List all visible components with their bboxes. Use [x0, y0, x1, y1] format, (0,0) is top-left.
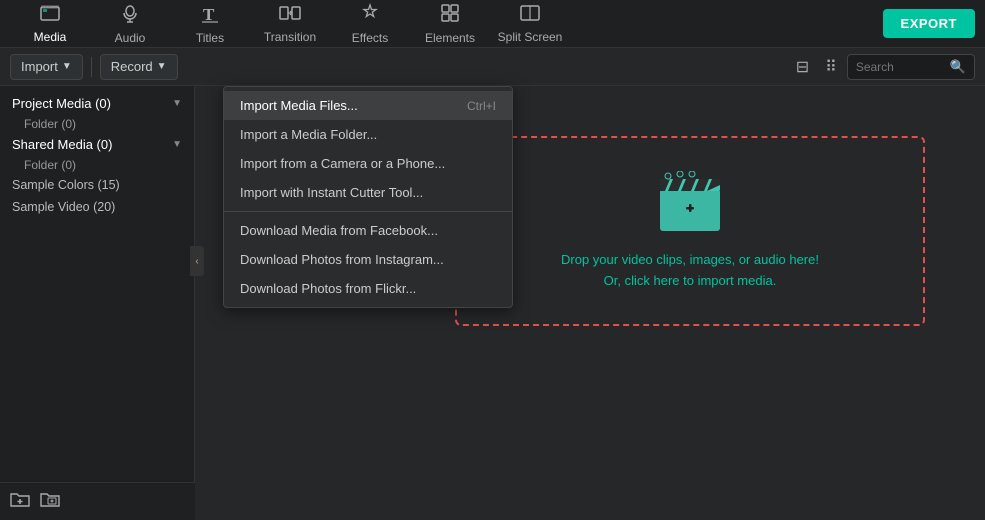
menu-download-facebook[interactable]: Download Media from Facebook... [224, 216, 512, 245]
toolbar-divider-1 [91, 57, 92, 77]
nav-transition[interactable]: Transition [250, 0, 330, 48]
menu-download-flickr[interactable]: Download Photos from Flickr... [224, 274, 512, 303]
export-button[interactable]: EXPORT [883, 9, 975, 38]
split-screen-icon [520, 4, 540, 27]
nav-effects[interactable]: Effects [330, 0, 410, 48]
audio-icon [121, 3, 139, 28]
top-nav: Media Audio T Titles [0, 0, 985, 48]
import-cutter-label: Import with Instant Cutter Tool... [240, 185, 423, 200]
nav-elements-label: Elements [425, 31, 475, 45]
filter-icon[interactable]: ⊟ [790, 55, 815, 79]
shared-media-chevron: ▼ [172, 139, 182, 150]
bottom-toolbar [0, 482, 195, 520]
titles-icon: T [201, 3, 219, 28]
project-folder-label: Folder (0) [24, 117, 76, 131]
clapperboard-icon [655, 171, 725, 236]
project-media-chevron: ▼ [172, 98, 182, 109]
collapse-handle[interactable]: ‹ [190, 246, 204, 276]
sidebar-shared-media[interactable]: Shared Media (0) ▼ [0, 133, 194, 156]
drop-zone[interactable]: Drop your video clips, images, or audio … [455, 136, 925, 326]
shared-media-label: Shared Media (0) [12, 137, 112, 152]
record-chevron-icon: ▼ [157, 61, 167, 72]
import-folder-label: Import a Media Folder... [240, 127, 377, 142]
search-input[interactable] [856, 60, 946, 74]
import-chevron-icon: ▼ [62, 61, 72, 72]
import-button[interactable]: Import ▼ [10, 54, 83, 80]
menu-import-camera[interactable]: Import from a Camera or a Phone... [224, 149, 512, 178]
drop-zone-text: Drop your video clips, images, or audio … [561, 250, 819, 292]
record-label: Record [111, 59, 153, 74]
svg-text:T: T [203, 5, 215, 23]
drop-zone-line2: Or, click here to import media. [561, 271, 819, 292]
menu-download-instagram[interactable]: Download Photos from Instagram... [224, 245, 512, 274]
toolbar-row: Import ▼ Record ▼ ⊟ ⠿ 🔍 [0, 48, 985, 86]
menu-import-folder[interactable]: Import a Media Folder... [224, 120, 512, 149]
import-files-label: Import Media Files... [240, 98, 358, 113]
media-icon [40, 4, 60, 27]
search-box: 🔍 [847, 54, 975, 80]
menu-import-cutter[interactable]: Import with Instant Cutter Tool... [224, 178, 512, 207]
shared-folder-label: Folder (0) [24, 158, 76, 172]
import-label: Import [21, 59, 58, 74]
download-instagram-label: Download Photos from Instagram... [240, 252, 444, 267]
drop-zone-line1: Drop your video clips, images, or audio … [561, 250, 819, 271]
nav-titles-label: Titles [196, 31, 224, 45]
import-camera-label: Import from a Camera or a Phone... [240, 156, 445, 171]
nav-media-label: Media [34, 30, 67, 44]
nav-audio[interactable]: Audio [90, 0, 170, 48]
nav-audio-label: Audio [115, 31, 146, 45]
nav-transition-label: Transition [264, 30, 316, 44]
sample-video-label: Sample Video (20) [12, 200, 115, 214]
sidebar-sample-colors[interactable]: Sample Colors (15) [0, 174, 194, 196]
new-folder-icon[interactable] [40, 490, 60, 513]
nav-titles[interactable]: T Titles [170, 0, 250, 48]
content-area: Import Media Files... Ctrl+I Import a Me… [195, 86, 985, 520]
grid-icon[interactable]: ⠿ [819, 55, 843, 79]
sidebar-shared-folder[interactable]: Folder (0) [0, 156, 194, 174]
record-button[interactable]: Record ▼ [100, 54, 178, 80]
transition-icon [279, 4, 301, 27]
nav-split-label: Split Screen [498, 30, 563, 44]
main-layout: Project Media (0) ▼ Folder (0) Shared Me… [0, 86, 985, 520]
elements-icon [440, 3, 460, 28]
nav-split-screen[interactable]: Split Screen [490, 0, 570, 48]
import-dropdown-menu: Import Media Files... Ctrl+I Import a Me… [223, 86, 513, 308]
nav-media[interactable]: Media [10, 0, 90, 48]
effects-icon [360, 3, 380, 28]
sidebar-project-media[interactable]: Project Media (0) ▼ [0, 92, 194, 115]
menu-separator [224, 211, 512, 212]
download-flickr-label: Download Photos from Flickr... [240, 281, 416, 296]
menu-import-files[interactable]: Import Media Files... Ctrl+I [224, 91, 512, 120]
nav-elements[interactable]: Elements [410, 0, 490, 48]
sidebar: Project Media (0) ▼ Folder (0) Shared Me… [0, 86, 195, 520]
download-facebook-label: Download Media from Facebook... [240, 223, 438, 238]
sidebar-project-folder[interactable]: Folder (0) [0, 115, 194, 133]
nav-effects-label: Effects [352, 31, 388, 45]
add-folder-icon[interactable] [10, 490, 30, 513]
sidebar-sample-video[interactable]: Sample Video (20) [0, 196, 194, 218]
search-icon: 🔍 [950, 59, 966, 75]
project-media-label: Project Media (0) [12, 96, 111, 111]
sample-colors-label: Sample Colors (15) [12, 178, 120, 192]
import-files-shortcut: Ctrl+I [467, 99, 496, 113]
